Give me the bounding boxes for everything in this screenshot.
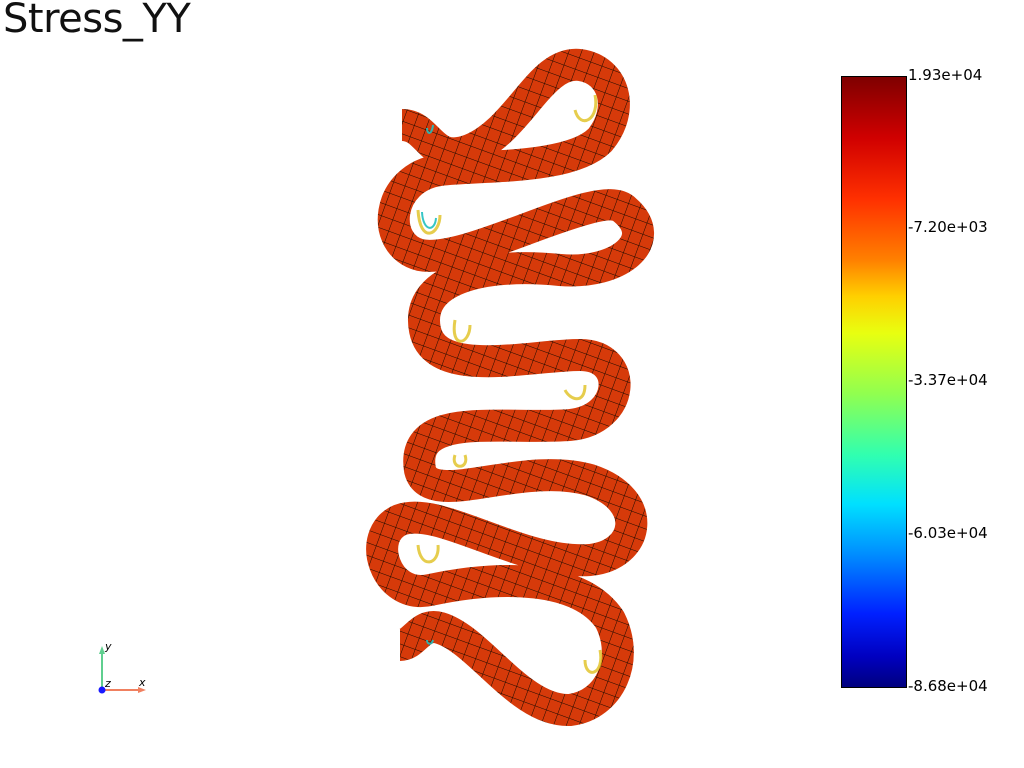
colorbar-label-min: -8.68e+04 (908, 677, 988, 695)
x-axis-label: x (138, 676, 146, 689)
colorbar-label-3: -3.37e+04 (908, 371, 988, 389)
colorbar (841, 76, 907, 688)
y-axis-label: y (104, 640, 112, 653)
colorbar-label-max: 1.93e+04 (908, 66, 983, 84)
mesh-geometry (366, 48, 654, 726)
orientation-axes: y z x (98, 640, 146, 694)
colorbar-gradient (842, 77, 906, 687)
colorbar-label-4: -6.03e+04 (908, 524, 988, 542)
z-axis-label: z (104, 677, 111, 690)
colorbar-label-2: -7.20e+03 (908, 218, 988, 236)
inner-edge-cold (421, 124, 437, 645)
serpentine-strut (366, 48, 654, 726)
